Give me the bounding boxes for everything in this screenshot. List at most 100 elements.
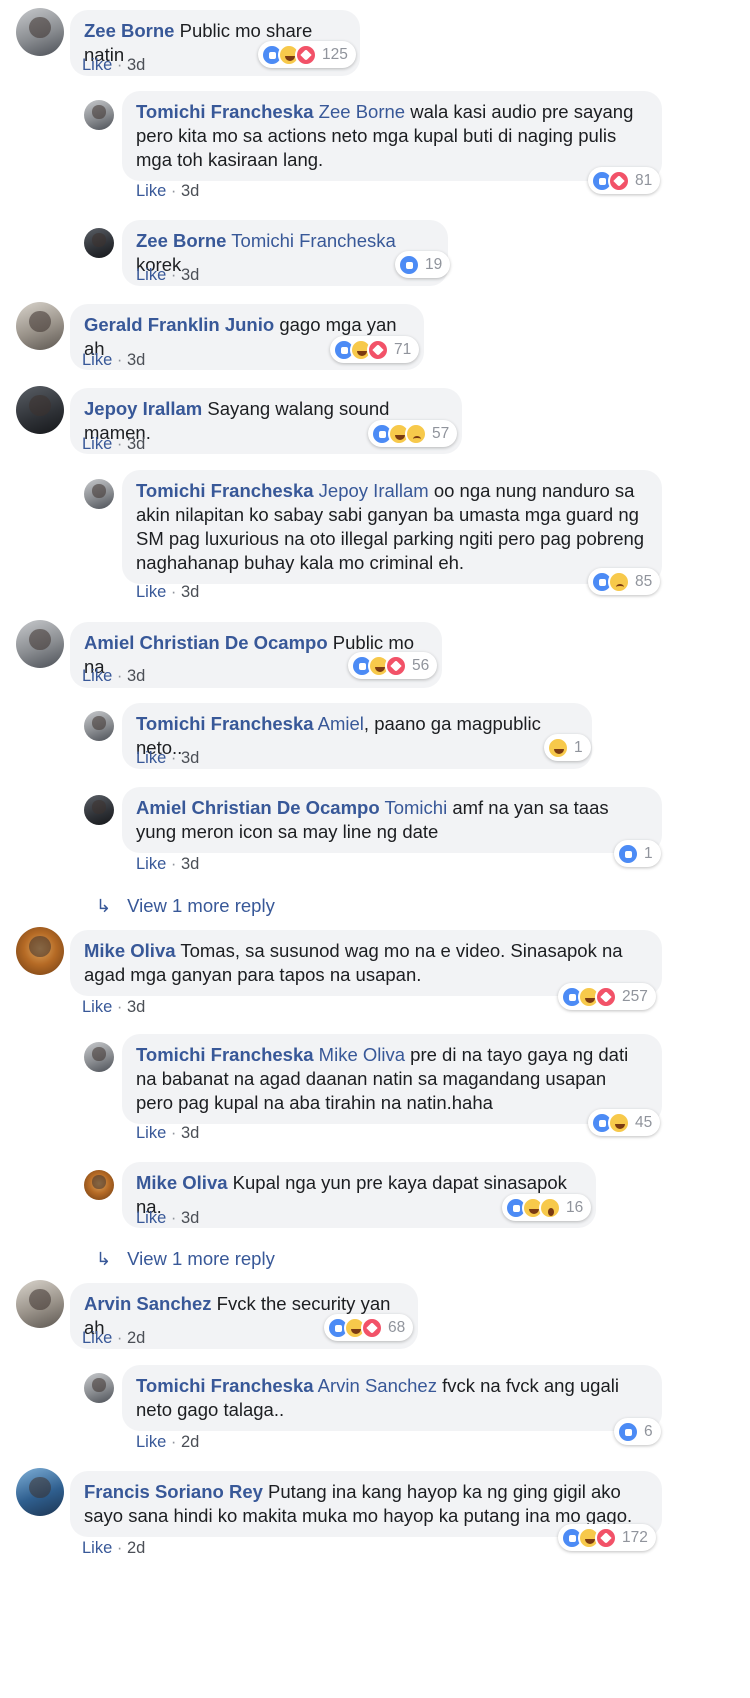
mention-link[interactable]: Jepoy Irallam bbox=[319, 480, 429, 501]
haha-icon bbox=[608, 1111, 630, 1134]
mention-link[interactable]: Arvin Sanchez bbox=[318, 1375, 437, 1396]
reaction-summary[interactable]: 19 bbox=[395, 251, 451, 278]
comment-author[interactable]: Tomichi Francheska bbox=[136, 1375, 314, 1396]
comment-time[interactable]: 3d bbox=[127, 435, 145, 453]
avatar[interactable] bbox=[84, 1373, 114, 1403]
mention-link[interactable]: Tomichi Francheska bbox=[231, 230, 396, 251]
avatar[interactable] bbox=[16, 386, 64, 434]
reaction-count: 19 bbox=[425, 255, 443, 273]
like-button[interactable]: Like bbox=[136, 182, 166, 200]
reaction-summary[interactable]: 85 bbox=[588, 568, 661, 595]
avatar[interactable] bbox=[84, 228, 114, 258]
comment-time[interactable]: 2d bbox=[127, 1329, 145, 1347]
like-button[interactable]: Like bbox=[82, 351, 112, 369]
reaction-count: 68 bbox=[388, 1318, 406, 1336]
reaction-summary[interactable]: 172 bbox=[558, 1524, 656, 1551]
reaction-summary[interactable]: 68 bbox=[324, 1314, 414, 1341]
like-button[interactable]: Like bbox=[82, 435, 112, 453]
avatar[interactable] bbox=[16, 1468, 64, 1516]
comment-author[interactable]: Arvin Sanchez bbox=[84, 1293, 212, 1314]
comment-author[interactable]: Zee Borne bbox=[84, 20, 174, 41]
reaction-summary[interactable]: 81 bbox=[588, 167, 661, 194]
like-button[interactable]: Like bbox=[136, 855, 166, 873]
comment-author[interactable]: Amiel Christian De Ocampo bbox=[136, 797, 380, 818]
sad-icon bbox=[608, 570, 630, 593]
comment-author[interactable]: Zee Borne bbox=[136, 230, 226, 251]
reaction-summary[interactable]: 125 bbox=[258, 41, 356, 68]
comment-time[interactable]: 3d bbox=[181, 1124, 199, 1142]
comment-author[interactable]: Mike Oliva bbox=[136, 1172, 228, 1193]
view-more-label[interactable]: View 1 more reply bbox=[127, 1248, 275, 1269]
comment-time[interactable]: 3d bbox=[127, 667, 145, 685]
comment-time[interactable]: 3d bbox=[181, 583, 199, 601]
avatar[interactable] bbox=[16, 302, 64, 350]
avatar[interactable] bbox=[16, 1280, 64, 1328]
comment-time[interactable]: 3d bbox=[181, 182, 199, 200]
like-button[interactable]: Like bbox=[82, 998, 112, 1016]
comment-author[interactable]: Francis Soriano Rey bbox=[84, 1481, 263, 1502]
comment-time[interactable]: 3d bbox=[181, 749, 199, 767]
comment-bubble: Tomichi Francheska Mike Oliva pre di na … bbox=[122, 1034, 662, 1124]
comment-actions: Like · 3d bbox=[136, 266, 200, 284]
reaction-summary[interactable]: 6 bbox=[614, 1418, 661, 1445]
avatar[interactable] bbox=[84, 1042, 114, 1072]
like-button[interactable]: Like bbox=[82, 1539, 112, 1557]
reaction-summary[interactable]: 1 bbox=[544, 734, 591, 761]
comment-bubble: Tomichi Francheska Zee Borne wala kasi a… bbox=[122, 91, 662, 181]
haha-icon bbox=[547, 736, 569, 759]
comment-author[interactable]: Tomichi Francheska bbox=[136, 1044, 314, 1065]
reaction-summary[interactable]: 71 bbox=[330, 336, 420, 363]
comment-time[interactable]: 3d bbox=[181, 855, 199, 873]
comment-author[interactable]: Gerald Franklin Junio bbox=[84, 314, 274, 335]
avatar[interactable] bbox=[84, 1170, 114, 1200]
reaction-summary[interactable]: 45 bbox=[588, 1109, 661, 1136]
comment-time[interactable]: 3d bbox=[181, 266, 199, 284]
like-button[interactable]: Like bbox=[136, 1124, 166, 1142]
comment-author[interactable]: Jepoy Irallam bbox=[84, 398, 202, 419]
comment-time[interactable]: 3d bbox=[127, 56, 145, 74]
comment-time[interactable]: 3d bbox=[127, 998, 145, 1016]
comment-author[interactable]: Tomichi Francheska bbox=[136, 480, 314, 501]
comment-author[interactable]: Tomichi Francheska bbox=[136, 713, 314, 734]
view-more-replies-link[interactable]: ↳ View 1 more reply bbox=[96, 895, 275, 917]
love-icon bbox=[385, 654, 407, 677]
mention-link[interactable]: Zee Borne bbox=[319, 101, 405, 122]
avatar[interactable] bbox=[16, 8, 64, 56]
reaction-count: 172 bbox=[622, 1528, 648, 1546]
comment-actions: Like · 3d bbox=[82, 351, 146, 369]
comment-author[interactable]: Mike Oliva bbox=[84, 940, 176, 961]
comment-time[interactable]: 3d bbox=[181, 1209, 199, 1227]
like-button[interactable]: Like bbox=[82, 56, 112, 74]
avatar[interactable] bbox=[84, 795, 114, 825]
mention-link[interactable]: Tomichi bbox=[384, 797, 447, 818]
reaction-summary[interactable]: 16 bbox=[502, 1194, 592, 1221]
avatar[interactable] bbox=[84, 479, 114, 509]
comment-time[interactable]: 2d bbox=[127, 1539, 145, 1557]
like-button[interactable]: Like bbox=[136, 1433, 166, 1451]
like-button[interactable]: Like bbox=[136, 749, 166, 767]
comment-author[interactable]: Amiel Christian De Ocampo bbox=[84, 632, 328, 653]
like-button[interactable]: Like bbox=[82, 667, 112, 685]
avatar[interactable] bbox=[84, 711, 114, 741]
like-button[interactable]: Like bbox=[82, 1329, 112, 1347]
avatar[interactable] bbox=[84, 100, 114, 130]
comment-time[interactable]: 3d bbox=[127, 351, 145, 369]
reaction-count: 56 bbox=[412, 656, 430, 674]
mention-link[interactable]: Amiel bbox=[318, 713, 364, 734]
like-button[interactable]: Like bbox=[136, 583, 166, 601]
mention-link[interactable]: Mike Oliva bbox=[319, 1044, 405, 1065]
comment-author[interactable]: Tomichi Francheska bbox=[136, 101, 314, 122]
reaction-summary[interactable]: 257 bbox=[558, 983, 656, 1010]
avatar[interactable] bbox=[16, 927, 64, 975]
reaction-summary[interactable]: 57 bbox=[368, 420, 458, 447]
avatar[interactable] bbox=[16, 620, 64, 668]
like-button[interactable]: Like bbox=[136, 1209, 166, 1227]
comment-time[interactable]: 2d bbox=[181, 1433, 199, 1451]
view-more-label[interactable]: View 1 more reply bbox=[127, 895, 275, 916]
like-icon bbox=[617, 1420, 639, 1443]
reaction-summary[interactable]: 56 bbox=[348, 652, 438, 679]
view-more-replies-link[interactable]: ↳ View 1 more reply bbox=[96, 1248, 275, 1270]
comment-actions: Like · 3d bbox=[136, 1209, 200, 1227]
reaction-summary[interactable]: 1 bbox=[614, 840, 661, 867]
like-button[interactable]: Like bbox=[136, 266, 166, 284]
